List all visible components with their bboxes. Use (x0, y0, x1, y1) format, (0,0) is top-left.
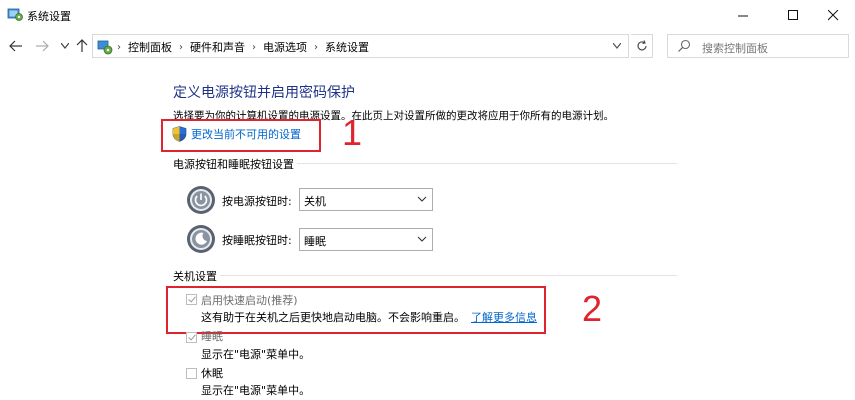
power-button-icon (187, 186, 215, 214)
sleep-button-icon (187, 225, 215, 253)
sleep-button-label: 按睡眠按钮时: (222, 234, 292, 247)
chevron-right-icon[interactable]: › (179, 42, 183, 53)
maximize-icon (787, 9, 798, 20)
navigation-bar: › 控制面板 › 硬件和声音 › 电源选项 › 系统设置 搜索控制面板 (0, 30, 855, 62)
window-title: 系统设置 (27, 10, 71, 23)
section-divider (297, 163, 677, 164)
back-arrow-icon (9, 40, 22, 52)
chevron-right-icon: › (117, 41, 121, 53)
breadcrumb: › 控制面板 › 硬件和声音 › 电源选项 › 系统设置 (117, 39, 369, 55)
title-bar: 系统设置 (0, 0, 855, 30)
search-placeholder: 搜索控制面板 (702, 42, 768, 55)
sleep-option-description: 显示在"电源"菜单中。 (201, 348, 311, 361)
forward-arrow-icon (36, 40, 49, 52)
hibernate-option-description: 显示在"电源"菜单中。 (201, 384, 311, 397)
up-button[interactable] (74, 38, 90, 54)
chevron-right-icon[interactable]: › (314, 42, 318, 53)
chevron-right-icon[interactable]: › (252, 42, 256, 53)
sleep-button-action-value: 睡眠 (304, 235, 326, 248)
breadcrumb-item[interactable]: 控制面板 (128, 39, 172, 55)
up-arrow-icon (76, 39, 88, 52)
refresh-icon (637, 40, 647, 51)
power-button-action-select[interactable]: 关机 (299, 188, 433, 211)
breadcrumb-item[interactable]: 系统设置 (325, 39, 369, 55)
chevron-down-icon (613, 43, 621, 49)
annotation-marker-2: 2 (582, 288, 603, 329)
power-button-action-value: 关机 (304, 195, 326, 208)
main-content: 定义电源按钮并启用密码保护 选择要为你的计算机设置的电源设置。在此页上对设置所做… (0, 62, 855, 400)
highlight-box-2 (166, 286, 546, 334)
sleep-option-label: 睡眠 (201, 330, 223, 343)
page-title: 定义电源按钮并启用密码保护 (173, 85, 355, 101)
control-panel-icon (97, 40, 113, 55)
power-button-label: 按电源按钮时: (222, 195, 292, 208)
highlight-box-1 (161, 119, 321, 152)
sleep-button-action-select[interactable]: 睡眠 (299, 228, 433, 251)
chevron-down-icon (417, 236, 427, 242)
address-bar[interactable]: › 控制面板 › 硬件和声音 › 电源选项 › 系统设置 (92, 34, 629, 58)
chevron-down-icon (61, 43, 69, 49)
shutdown-section-header: 关机设置 (173, 270, 217, 283)
hibernate-checkbox[interactable] (186, 368, 197, 379)
system-settings-icon (7, 8, 23, 21)
minimize-button[interactable] (720, 0, 766, 30)
power-buttons-section-header: 电源按钮和睡眠按钮设置 (173, 158, 294, 171)
recent-locations-button[interactable] (57, 38, 73, 54)
breadcrumb-item[interactable]: 电源选项 (263, 39, 307, 55)
sleep-checkbox[interactable] (186, 332, 197, 343)
close-icon (827, 9, 838, 20)
refresh-button[interactable] (631, 34, 653, 58)
hibernate-option-label: 休眠 (201, 367, 223, 380)
annotation-marker-1: 1 (342, 112, 363, 153)
section-divider (220, 275, 677, 276)
minimize-icon (737, 15, 748, 16)
close-button[interactable] (810, 0, 855, 30)
address-dropdown-button[interactable] (610, 39, 624, 53)
search-icon (678, 39, 691, 52)
back-button[interactable] (8, 38, 24, 54)
breadcrumb-item[interactable]: 硬件和声音 (190, 39, 245, 55)
chevron-down-icon (417, 196, 427, 202)
search-box[interactable]: 搜索控制面板 (667, 34, 849, 58)
forward-button[interactable] (34, 38, 50, 54)
